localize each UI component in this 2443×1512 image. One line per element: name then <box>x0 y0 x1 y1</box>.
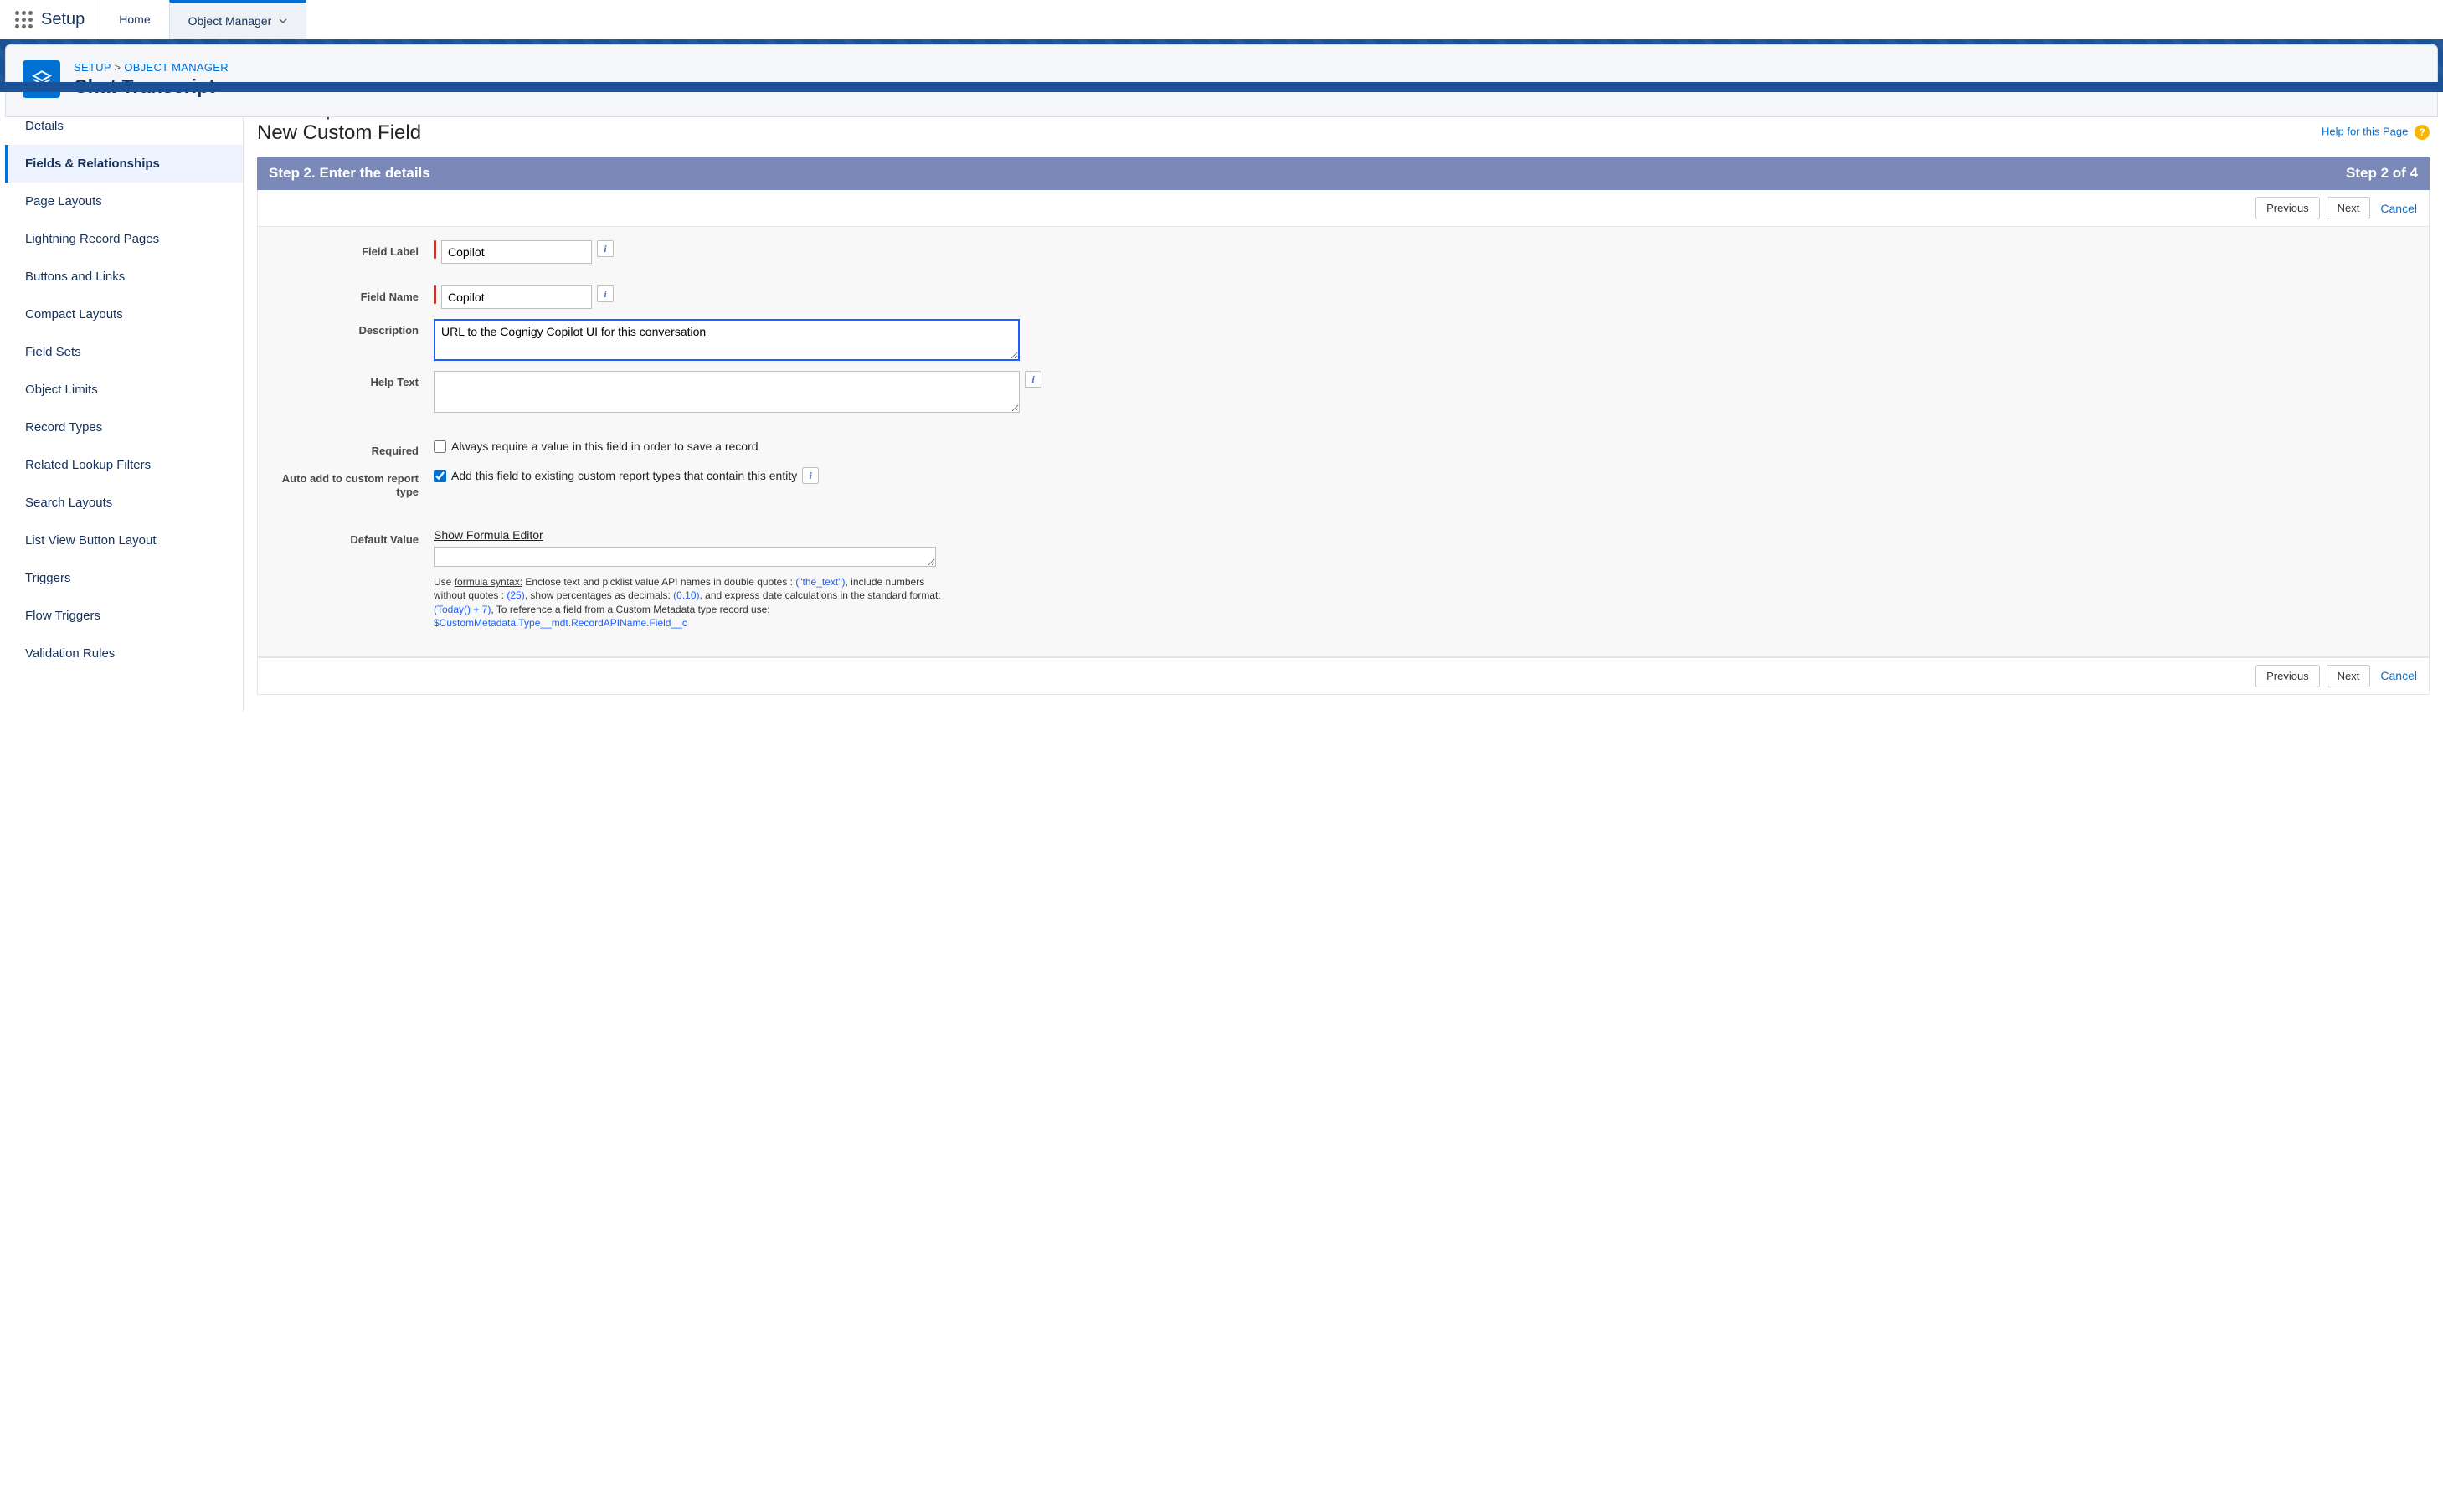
button-row-top: Previous Next Cancel <box>257 190 2430 227</box>
description-textarea[interactable]: URL to the Cognigy Copilot UI for this c… <box>434 319 1020 361</box>
info-icon[interactable]: i <box>597 240 614 257</box>
step-bar: Step 2. Enter the details Step 2 of 4 <box>257 157 2430 190</box>
required-bar-icon <box>434 240 436 259</box>
help-link[interactable]: Help for this Page <box>2322 125 2408 137</box>
object-icon <box>23 60 60 98</box>
sidebar-item-triggers[interactable]: Triggers <box>5 559 243 597</box>
label-field-name: Field Name <box>275 285 434 303</box>
row-help-text: Help Text i <box>275 371 2412 413</box>
label-field-label: Field Label <box>275 240 434 258</box>
tab-object-manager[interactable]: Object Manager <box>169 0 307 39</box>
sidebar-item-search-layouts[interactable]: Search Layouts <box>5 484 243 522</box>
sidebar-item-buttons-links[interactable]: Buttons and Links <box>5 258 243 296</box>
next-button-bottom[interactable]: Next <box>2327 665 2371 687</box>
sidebar: Details Fields & Relationships Page Layo… <box>5 95 244 712</box>
label-help-text: Help Text <box>275 371 434 388</box>
sidebar-item-field-sets[interactable]: Field Sets <box>5 333 243 371</box>
waffle-icon <box>15 11 33 28</box>
sidebar-item-related-lookup-filters[interactable]: Related Lookup Filters <box>5 446 243 484</box>
page-header: SETUP > OBJECT MANAGER Chat Transcript <box>5 44 2438 117</box>
info-icon[interactable]: i <box>802 467 819 484</box>
breadcrumb-object-manager[interactable]: OBJECT MANAGER <box>124 61 229 74</box>
default-value-textarea[interactable] <box>434 547 936 567</box>
cancel-link-top[interactable]: Cancel <box>2377 198 2420 219</box>
tab-object-manager-label: Object Manager <box>188 14 272 28</box>
sidebar-item-flow-triggers[interactable]: Flow Triggers <box>5 597 243 635</box>
row-description: Description URL to the Cognigy Copilot U… <box>275 319 2412 361</box>
sidebar-item-fields-relationships[interactable]: Fields & Relationships <box>5 145 243 183</box>
sidebar-item-list-view-button-layout[interactable]: List View Button Layout <box>5 522 243 559</box>
required-checkbox[interactable] <box>434 440 446 453</box>
sidebar-item-lightning-record-pages[interactable]: Lightning Record Pages <box>5 220 243 258</box>
required-bar-icon <box>434 285 436 304</box>
step-indicator: Step 2 of 4 <box>2346 165 2418 182</box>
label-auto-add: Auto add to custom report type <box>275 467 434 498</box>
step-title: Step 2. Enter the details <box>269 165 430 182</box>
row-required: Required Always require a value in this … <box>275 440 2412 457</box>
blue-strip <box>0 82 2443 92</box>
breadcrumb: SETUP > OBJECT MANAGER <box>74 61 229 74</box>
sidebar-item-compact-layouts[interactable]: Compact Layouts <box>5 296 243 333</box>
content: Chat Transcript New Custom Field Help fo… <box>249 95 2438 712</box>
show-formula-editor-link[interactable]: Show Formula Editor <box>434 528 543 542</box>
field-label-input[interactable] <box>441 240 592 264</box>
breadcrumb-setup[interactable]: SETUP <box>74 61 111 74</box>
tab-home[interactable]: Home <box>100 0 168 39</box>
sidebar-item-object-limits[interactable]: Object Limits <box>5 371 243 409</box>
info-icon[interactable]: i <box>597 285 614 302</box>
app-launcher[interactable]: Setup <box>0 0 100 39</box>
sidebar-item-validation-rules[interactable]: Validation Rules <box>5 635 243 672</box>
help-icon[interactable]: ? <box>2415 125 2430 140</box>
formula-hint: Use formula syntax: Enclose text and pic… <box>434 575 953 630</box>
help-text-textarea[interactable] <box>434 371 1020 413</box>
row-field-name: Field Name i <box>275 285 2412 309</box>
previous-button-top[interactable]: Previous <box>2255 197 2320 219</box>
previous-button-bottom[interactable]: Previous <box>2255 665 2320 687</box>
field-name-input[interactable] <box>441 285 592 309</box>
form-area: Field Label i Field Name i Description <box>257 227 2430 657</box>
row-field-label: Field Label i <box>275 240 2412 264</box>
sidebar-item-page-layouts[interactable]: Page Layouts <box>5 183 243 220</box>
label-description: Description <box>275 319 434 337</box>
chevron-down-icon <box>278 16 288 26</box>
context-title: New Custom Field <box>257 121 2430 145</box>
label-default-value: Default Value <box>275 528 434 546</box>
auto-add-check-label: Add this field to existing custom report… <box>451 469 797 482</box>
info-icon[interactable]: i <box>1025 371 1041 388</box>
label-required: Required <box>275 440 434 457</box>
main-wrap: Details Fields & Relationships Page Layo… <box>5 95 2438 712</box>
help-link-wrap: Help for this Page ? <box>2322 125 2430 140</box>
top-nav: Setup Home Object Manager <box>0 0 2443 39</box>
row-auto-add: Auto add to custom report type Add this … <box>275 467 2412 498</box>
required-check-label: Always require a value in this field in … <box>451 440 759 453</box>
cancel-link-bottom[interactable]: Cancel <box>2377 665 2420 687</box>
button-row-bottom: Previous Next Cancel <box>257 657 2430 695</box>
sidebar-item-record-types[interactable]: Record Types <box>5 409 243 446</box>
row-default-value: Default Value Show Formula Editor Use fo… <box>275 528 2412 630</box>
auto-add-checkbox[interactable] <box>434 470 446 482</box>
app-name: Setup <box>41 10 85 29</box>
next-button-top[interactable]: Next <box>2327 197 2371 219</box>
